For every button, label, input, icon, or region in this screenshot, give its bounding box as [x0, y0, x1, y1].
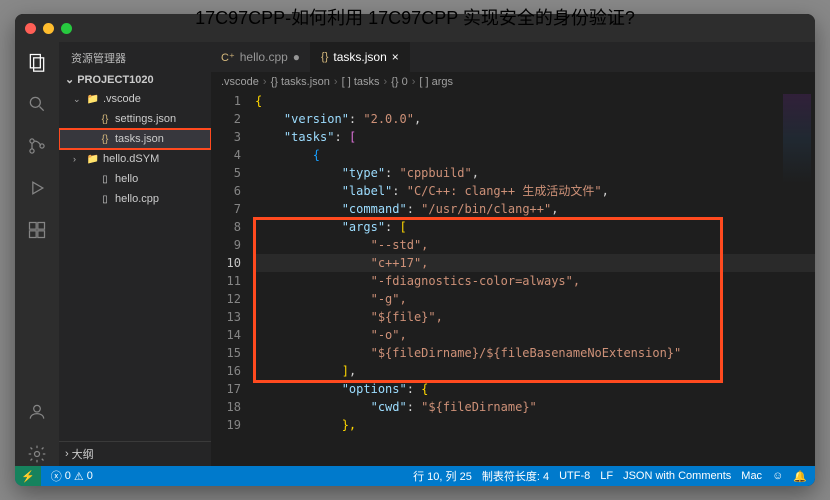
encoding[interactable]: UTF-8 — [559, 468, 590, 484]
watermark-text: 17C97CPP-如何利用 17C97CPP 实现安全的身份验证? — [195, 4, 635, 30]
status-bar: ⚡ ⓧ0 ⚠0 行 10, 列 25 制表符长度: 4 UTF-8 LF JSO… — [15, 466, 815, 486]
line-number: 1 — [211, 92, 241, 110]
file-icon: {} — [98, 134, 112, 145]
close-window-button[interactable] — [25, 23, 36, 34]
line-number: 13 — [211, 308, 241, 326]
file-label: .vscode — [103, 93, 141, 105]
file-label: hello.cpp — [115, 193, 159, 205]
file-icon: ▯ — [98, 174, 112, 185]
line-number: 2 — [211, 110, 241, 128]
activity-bar — [15, 42, 59, 466]
vscode-window: 资源管理器 ⌄ PROJECT1020 ⌄📁.vscode{}settings.… — [15, 14, 815, 486]
outline-header[interactable]: › 大纲 — [59, 441, 211, 466]
os-indicator[interactable]: Mac — [741, 468, 762, 484]
chevron-icon: ⌄ — [73, 94, 83, 105]
line-number: 6 — [211, 182, 241, 200]
line-number: 18 — [211, 398, 241, 416]
chevron-right-icon: › — [65, 448, 69, 460]
project-name: PROJECT1020 — [77, 74, 153, 86]
window-body: 资源管理器 ⌄ PROJECT1020 ⌄📁.vscode{}settings.… — [15, 42, 815, 466]
search-icon[interactable] — [25, 92, 49, 116]
explorer-icon[interactable] — [25, 50, 49, 74]
tab-icon: {} — [321, 51, 328, 63]
tab-size[interactable]: 制表符长度: 4 — [482, 468, 549, 484]
file-label: settings.json — [115, 113, 176, 125]
tab-label: hello.cpp — [240, 50, 288, 64]
code-area[interactable]: { "version": "2.0.0", "tasks": [ { "type… — [255, 92, 815, 466]
cursor-position[interactable]: 行 10, 列 25 — [413, 468, 472, 484]
line-number: 15 — [211, 344, 241, 362]
line-number: 16 — [211, 362, 241, 380]
tree-item-tasks-json[interactable]: {}tasks.json — [59, 129, 211, 149]
file-label: hello — [115, 173, 138, 185]
tab-hello-cpp[interactable]: C⁺ hello.cpp ● — [211, 42, 311, 72]
line-gutter: 12345678910111213141516171819 — [211, 92, 255, 466]
extensions-icon[interactable] — [25, 218, 49, 242]
editor-group: C⁺ hello.cpp ● {} tasks.json × .vscode›{} tas… — [211, 42, 815, 466]
notifications-icon[interactable]: 🔔 — [793, 468, 807, 484]
breadcrumb[interactable]: .vscode›{} tasks.json›[ ] tasks›{} 0›[ ]… — [211, 72, 815, 92]
file-label: tasks.json — [115, 133, 164, 145]
maximize-window-button[interactable] — [61, 23, 72, 34]
language-mode[interactable]: JSON with Comments — [623, 468, 731, 484]
debug-icon[interactable] — [25, 176, 49, 200]
tab-tasks-json[interactable]: {} tasks.json × — [311, 42, 410, 72]
dirty-indicator: ● — [293, 50, 300, 64]
chevron-down-icon: ⌄ — [65, 73, 74, 86]
tree-item--vscode[interactable]: ⌄📁.vscode — [59, 89, 211, 109]
close-tab-icon[interactable]: × — [392, 50, 399, 64]
line-number: 10 — [211, 254, 241, 272]
chevron-icon: › — [73, 154, 83, 164]
line-number: 8 — [211, 218, 241, 236]
file-icon: 📁 — [86, 94, 100, 105]
breadcrumb-segment[interactable]: {} 0 — [391, 76, 408, 88]
editor[interactable]: 12345678910111213141516171819 { "version… — [211, 92, 815, 466]
tree-item-settings-json[interactable]: {}settings.json — [59, 109, 211, 129]
account-icon[interactable] — [25, 400, 49, 424]
file-icon: {} — [98, 114, 112, 125]
file-icon: 📁 — [86, 154, 100, 165]
breadcrumb-segment[interactable]: [ ] args — [419, 76, 453, 88]
minimap[interactable] — [783, 94, 811, 184]
project-header[interactable]: ⌄ PROJECT1020 — [59, 70, 211, 89]
eol[interactable]: LF — [600, 468, 613, 484]
minimize-window-button[interactable] — [43, 23, 54, 34]
line-number: 3 — [211, 128, 241, 146]
line-number: 19 — [211, 416, 241, 434]
sidebar-title: 资源管理器 — [59, 42, 211, 70]
tree-item-hello-cpp[interactable]: ▯hello.cpp — [59, 189, 211, 209]
tree-item-hello[interactable]: ▯hello — [59, 169, 211, 189]
line-number: 11 — [211, 272, 241, 290]
breadcrumb-segment[interactable]: .vscode — [221, 76, 259, 88]
source-control-icon[interactable] — [25, 134, 49, 158]
file-label: hello.dSYM — [103, 153, 159, 165]
file-tree: ⌄📁.vscode{}settings.json{}tasks.json›📁he… — [59, 89, 211, 441]
line-number: 12 — [211, 290, 241, 308]
tab-label: tasks.json — [333, 50, 386, 64]
settings-gear-icon[interactable] — [25, 442, 49, 466]
line-number: 14 — [211, 326, 241, 344]
tab-icon: C⁺ — [221, 51, 235, 64]
explorer-sidebar: 资源管理器 ⌄ PROJECT1020 ⌄📁.vscode{}settings.… — [59, 42, 211, 466]
line-number: 17 — [211, 380, 241, 398]
problems-indicator[interactable]: ⓧ0 ⚠0 — [51, 468, 93, 484]
traffic-lights — [25, 23, 72, 34]
file-icon: ▯ — [98, 194, 112, 205]
line-number: 7 — [211, 200, 241, 218]
line-number: 5 — [211, 164, 241, 182]
line-number: 4 — [211, 146, 241, 164]
tree-item-hello-dSYM[interactable]: ›📁hello.dSYM — [59, 149, 211, 169]
breadcrumb-segment[interactable]: {} tasks.json — [271, 76, 330, 88]
feedback-icon[interactable]: ☺ — [772, 468, 783, 484]
breadcrumb-segment[interactable]: [ ] tasks — [342, 76, 380, 88]
tab-bar: C⁺ hello.cpp ● {} tasks.json × — [211, 42, 815, 72]
line-number: 9 — [211, 236, 241, 254]
outline-label: 大纲 — [72, 446, 94, 462]
remote-indicator[interactable]: ⚡ — [15, 466, 41, 486]
